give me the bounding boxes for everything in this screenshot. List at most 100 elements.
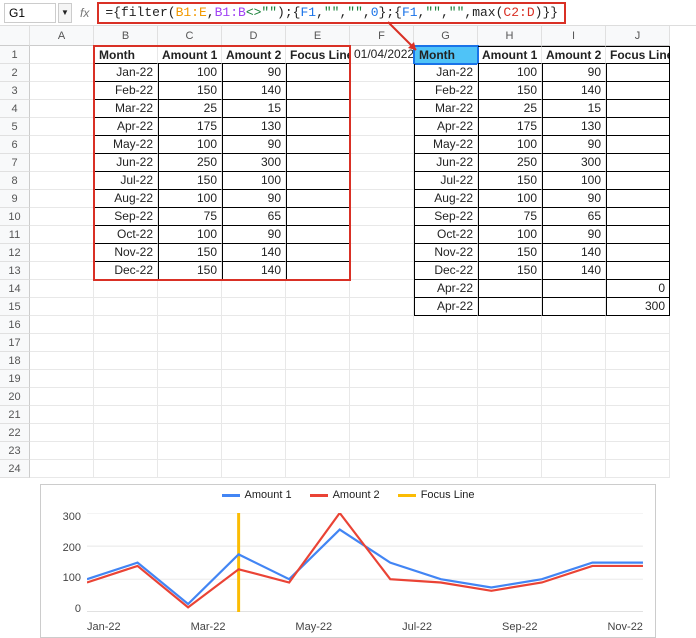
row-header-16[interactable]: 16 (0, 316, 30, 334)
cell-A11[interactable] (30, 226, 94, 244)
cell-E4[interactable] (286, 100, 350, 118)
formula-input[interactable]: ={filter(B1:E,B1:B<>"");{F1,"","",0};{F1… (97, 2, 566, 24)
cell-F21[interactable] (350, 406, 414, 424)
cell-B1[interactable]: Month (94, 46, 158, 64)
cell-G9[interactable]: Aug-22 (414, 190, 478, 208)
cell-B22[interactable] (94, 424, 158, 442)
cell-C3[interactable]: 150 (158, 82, 222, 100)
cell-B12[interactable]: Nov-22 (94, 244, 158, 262)
cell-J11[interactable] (606, 226, 670, 244)
cell-D7[interactable]: 300 (222, 154, 286, 172)
cell-F9[interactable] (350, 190, 414, 208)
cell-F20[interactable] (350, 388, 414, 406)
cell-C13[interactable]: 150 (158, 262, 222, 280)
cell-C6[interactable]: 100 (158, 136, 222, 154)
cell-F11[interactable] (350, 226, 414, 244)
cell-B5[interactable]: Apr-22 (94, 118, 158, 136)
cell-J18[interactable] (606, 352, 670, 370)
cell-G10[interactable]: Sep-22 (414, 208, 478, 226)
cell-J21[interactable] (606, 406, 670, 424)
cell-A24[interactable] (30, 460, 94, 478)
cell-A5[interactable] (30, 118, 94, 136)
cell-J20[interactable] (606, 388, 670, 406)
cell-D17[interactable] (222, 334, 286, 352)
col-header-D[interactable]: D (222, 26, 286, 46)
cell-C10[interactable]: 75 (158, 208, 222, 226)
cell-A12[interactable] (30, 244, 94, 262)
cell-J24[interactable] (606, 460, 670, 478)
cell-J6[interactable] (606, 136, 670, 154)
cell-A21[interactable] (30, 406, 94, 424)
cell-C11[interactable]: 100 (158, 226, 222, 244)
row-header-19[interactable]: 19 (0, 370, 30, 388)
cell-C9[interactable]: 100 (158, 190, 222, 208)
cell-J4[interactable] (606, 100, 670, 118)
cell-H20[interactable] (478, 388, 542, 406)
cell-G14[interactable]: Apr-22 (414, 280, 478, 298)
cell-G4[interactable]: Mar-22 (414, 100, 478, 118)
cell-B13[interactable]: Dec-22 (94, 262, 158, 280)
col-header-H[interactable]: H (478, 26, 542, 46)
row-header-4[interactable]: 4 (0, 100, 30, 118)
cell-B3[interactable]: Feb-22 (94, 82, 158, 100)
row-header-8[interactable]: 8 (0, 172, 30, 190)
cell-I9[interactable]: 90 (542, 190, 606, 208)
cell-E15[interactable] (286, 298, 350, 316)
row-header-14[interactable]: 14 (0, 280, 30, 298)
col-header-A[interactable]: A (30, 26, 94, 46)
name-box[interactable] (4, 3, 56, 23)
col-header-B[interactable]: B (94, 26, 158, 46)
cell-I7[interactable]: 300 (542, 154, 606, 172)
cell-I22[interactable] (542, 424, 606, 442)
cell-A14[interactable] (30, 280, 94, 298)
cell-H14[interactable] (478, 280, 542, 298)
cell-F8[interactable] (350, 172, 414, 190)
cell-F24[interactable] (350, 460, 414, 478)
cell-D6[interactable]: 90 (222, 136, 286, 154)
cell-G17[interactable] (414, 334, 478, 352)
cell-A4[interactable] (30, 100, 94, 118)
cell-I12[interactable]: 140 (542, 244, 606, 262)
cell-J17[interactable] (606, 334, 670, 352)
cell-E13[interactable] (286, 262, 350, 280)
cell-D1[interactable]: Amount 2 (222, 46, 286, 64)
cell-E2[interactable] (286, 64, 350, 82)
cell-D10[interactable]: 65 (222, 208, 286, 226)
cell-H18[interactable] (478, 352, 542, 370)
cell-D19[interactable] (222, 370, 286, 388)
row-header-10[interactable]: 10 (0, 208, 30, 226)
cell-G23[interactable] (414, 442, 478, 460)
cell-C24[interactable] (158, 460, 222, 478)
cell-C15[interactable] (158, 298, 222, 316)
cell-A20[interactable] (30, 388, 94, 406)
cell-H10[interactable]: 75 (478, 208, 542, 226)
cell-H5[interactable]: 175 (478, 118, 542, 136)
cell-F15[interactable] (350, 298, 414, 316)
cell-A1[interactable] (30, 46, 94, 64)
cell-D8[interactable]: 100 (222, 172, 286, 190)
cell-I17[interactable] (542, 334, 606, 352)
cell-J12[interactable] (606, 244, 670, 262)
cell-F1[interactable]: 01/04/2022▼ (350, 46, 414, 64)
cell-F6[interactable] (350, 136, 414, 154)
cell-C20[interactable] (158, 388, 222, 406)
cell-B23[interactable] (94, 442, 158, 460)
cell-A8[interactable] (30, 172, 94, 190)
cell-G1[interactable]: Month (414, 46, 478, 64)
cell-F14[interactable] (350, 280, 414, 298)
cell-F22[interactable] (350, 424, 414, 442)
cell-B11[interactable]: Oct-22 (94, 226, 158, 244)
cell-C7[interactable]: 250 (158, 154, 222, 172)
cell-B24[interactable] (94, 460, 158, 478)
row-header-18[interactable]: 18 (0, 352, 30, 370)
cell-E19[interactable] (286, 370, 350, 388)
cell-G5[interactable]: Apr-22 (414, 118, 478, 136)
cell-I10[interactable]: 65 (542, 208, 606, 226)
cell-I24[interactable] (542, 460, 606, 478)
cell-C17[interactable] (158, 334, 222, 352)
cell-C12[interactable]: 150 (158, 244, 222, 262)
col-header-G[interactable]: G (414, 26, 478, 46)
col-header-F[interactable]: F (350, 26, 414, 46)
cell-E18[interactable] (286, 352, 350, 370)
cell-G2[interactable]: Jan-22 (414, 64, 478, 82)
